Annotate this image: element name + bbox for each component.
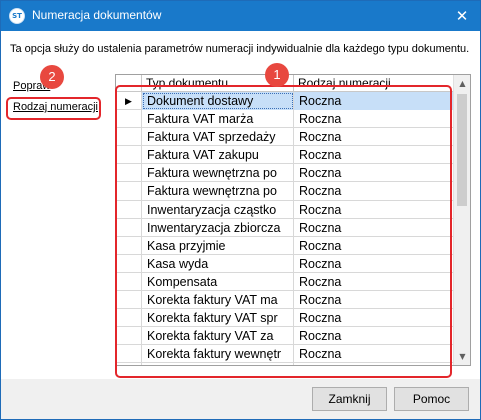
annotation-badge-1: 1 — [265, 63, 289, 87]
dialog-window: ST Numeracja dokumentów ✕ Ta opcja służy… — [0, 0, 481, 420]
dialog-footer: Zamknij Pomoc — [1, 379, 480, 419]
title-bar[interactable]: ST Numeracja dokumentów ✕ — [1, 1, 480, 31]
window-title: Numeracja dokumentów — [32, 8, 162, 22]
description-text: Ta opcja służy do ustalenia parametrów n… — [10, 43, 470, 55]
pomoc-button[interactable]: Pomoc — [394, 387, 469, 411]
scrollbar-thumb[interactable] — [457, 94, 467, 206]
vertical-scrollbar[interactable]: ▲ ▼ — [453, 75, 470, 365]
scroll-down-arrow-icon[interactable]: ▼ — [454, 348, 470, 365]
close-button[interactable]: ✕ — [444, 1, 480, 31]
annotation-badge-2: 2 — [40, 65, 64, 89]
app-logo-icon: ST — [9, 8, 25, 24]
annotation-highlight-link — [6, 97, 101, 120]
zamknij-button[interactable]: Zamknij — [312, 387, 387, 411]
dialog-content: Ta opcja służy do ustalenia parametrów n… — [1, 31, 480, 379]
scroll-up-arrow-icon[interactable]: ▲ — [454, 75, 470, 92]
annotation-highlight-grid — [115, 85, 452, 378]
